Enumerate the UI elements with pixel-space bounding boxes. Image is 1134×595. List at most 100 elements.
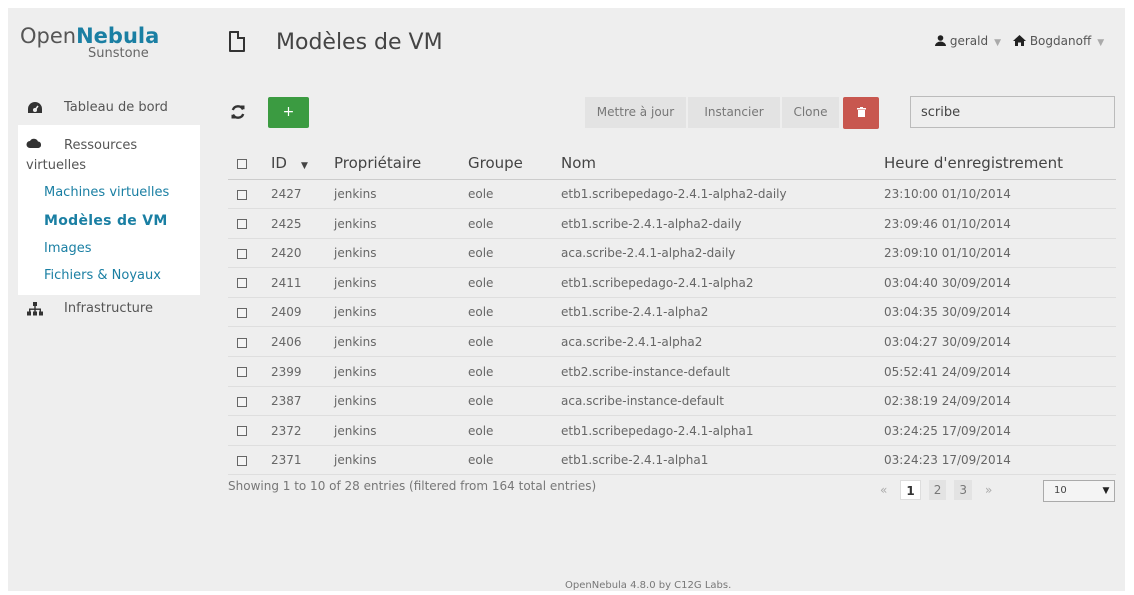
- pagination-previous[interactable]: «: [875, 480, 892, 500]
- table-header-row: ID ▼ Propriétaire Groupe Nom Heure d'enre…: [228, 150, 1116, 180]
- pagination-page-2[interactable]: 2: [928, 480, 947, 500]
- cell-name: aca.scribe-2.4.1-alpha2: [561, 335, 703, 349]
- cell-group: eole: [468, 275, 494, 290]
- cell-owner: jenkins: [334, 335, 377, 349]
- user-name: gerald: [949, 34, 989, 48]
- logo-sunstone-text: Sunstone: [88, 46, 149, 61]
- table-row[interactable]: 2371 jenkins eole etb1.scribe-2.4.1-alpha1 0…: [228, 445, 1116, 476]
- cell-register-time: 03:04:27 30/09/2014: [884, 335, 1011, 349]
- sidebar-item-files-kernels[interactable]: Fichiers & Noyaux: [44, 268, 161, 283]
- pagination-page-1[interactable]: 1: [900, 480, 921, 500]
- table-row[interactable]: 2411 jenkins eole etb1.scribepedago-2.4.1-a…: [228, 268, 1116, 298]
- table-row[interactable]: 2427 jenkins eole etb1.scribepedago-2.4.1-a…: [228, 179, 1116, 209]
- cell-register-time: 23:09:46 01/10/2014: [884, 216, 1011, 231]
- row-checkbox[interactable]: [237, 297, 247, 327]
- home-icon: [1013, 34, 1030, 48]
- row-checkbox[interactable]: [237, 268, 247, 298]
- sort-desc-icon: ▼: [300, 161, 308, 171]
- instantiate-button[interactable]: Instancier: [688, 97, 780, 128]
- table-row[interactable]: 2372 jenkins eole etb1.scribepedago-2.4.1-a…: [228, 416, 1116, 446]
- column-header-register-time[interactable]: Heure d'enregistrement: [884, 150, 1063, 180]
- row-checkbox[interactable]: [237, 357, 247, 387]
- dashboard-icon: [26, 101, 44, 115]
- cell-group: eole: [468, 187, 494, 201]
- pagination-page-3[interactable]: 3: [954, 480, 972, 500]
- cell-register-time: 23:10:00 01/10/2014: [884, 187, 1011, 201]
- column-header-group[interactable]: Groupe: [468, 150, 523, 180]
- table-row[interactable]: 2399 jenkins eole etb2.scribe-instance-defa…: [228, 357, 1116, 387]
- table-row[interactable]: 2409 jenkins eole etb1.scribe-2.4.1-alpha2 0…: [228, 297, 1116, 328]
- search-input[interactable]: [910, 96, 1115, 128]
- cell-id: 2399: [271, 364, 302, 379]
- pagination-next[interactable]: »: [980, 480, 997, 500]
- select-all-checkbox[interactable]: [237, 150, 247, 180]
- cell-id: 2427: [271, 187, 302, 201]
- table-row[interactable]: 2387 jenkins eole aca.scribe-instance-defau…: [228, 386, 1116, 417]
- cell-id: 2409: [271, 305, 302, 320]
- cloud-icon: [26, 136, 44, 156]
- sidebar-item-vm-templates[interactable]: Modèles de VM: [44, 213, 168, 229]
- cell-name: etb1.scribepedago-2.4.1-alpha2-daily: [561, 187, 787, 201]
- cell-owner: jenkins: [334, 364, 377, 379]
- cell-group: eole: [468, 394, 494, 409]
- cell-id: 2387: [271, 394, 302, 409]
- cell-group: eole: [468, 305, 494, 320]
- cell-owner: jenkins: [334, 187, 377, 201]
- column-header-id[interactable]: ID ▼: [271, 150, 308, 180]
- row-checkbox[interactable]: [237, 445, 247, 475]
- cell-group: eole: [468, 216, 494, 231]
- row-checkbox[interactable]: [237, 209, 247, 239]
- sidebar-item-virtual-machines[interactable]: Machines virtuelles: [44, 185, 169, 200]
- sidebar-item-virtual-resources[interactable]: Ressources virtuelles: [26, 136, 137, 176]
- row-checkbox[interactable]: [237, 386, 247, 416]
- cell-id: 2420: [271, 246, 302, 261]
- refresh-button[interactable]: [230, 104, 246, 125]
- file-icon: [229, 31, 245, 52]
- chevron-down-icon: ▼: [1102, 486, 1110, 496]
- cell-group: eole: [468, 335, 494, 349]
- cell-name: aca.scribe-2.4.1-alpha2-daily: [561, 246, 736, 261]
- cell-owner: jenkins: [334, 394, 377, 409]
- cell-name: aca.scribe-instance-default: [561, 394, 724, 409]
- sidebar-item-dashboard[interactable]: Tableau de bord: [26, 100, 168, 115]
- cell-register-time: 05:52:41 24/09/2014: [884, 364, 1011, 379]
- zone-menu[interactable]: Bogdanoff ▼: [1013, 34, 1104, 48]
- table-row[interactable]: 2420 jenkins eole aca.scribe-2.4.1-alpha2-d…: [228, 238, 1116, 269]
- create-button[interactable]: +: [268, 97, 309, 128]
- sidebar-item-images[interactable]: Images: [44, 241, 92, 256]
- cell-name: etb1.scribe-2.4.1-alpha2: [561, 305, 709, 320]
- cell-id: 2411: [271, 275, 302, 290]
- table-row[interactable]: 2425 jenkins eole etb1.scribe-2.4.1-alpha2-…: [228, 209, 1116, 239]
- update-button[interactable]: Mettre à jour: [585, 97, 686, 128]
- cell-register-time: 03:04:40 30/09/2014: [884, 275, 1011, 290]
- sidebar-item-infrastructure[interactable]: Infrastructure: [26, 301, 153, 316]
- sidebar-section-virtual-resources: Ressources virtuelles Machines virtuelle…: [18, 125, 200, 295]
- clone-button[interactable]: Clone: [782, 97, 839, 128]
- opennebula-logo[interactable]: OpenNebula Sunstone: [20, 24, 180, 64]
- column-header-name[interactable]: Nom: [561, 150, 596, 180]
- row-checkbox[interactable]: [237, 416, 247, 446]
- table-info: Showing 1 to 10 of 28 entries (filtered …: [228, 479, 597, 493]
- cell-owner: jenkins: [334, 216, 377, 231]
- sidebar-item-label: Ressources: [64, 138, 138, 153]
- sitemap-icon: [26, 301, 44, 316]
- column-header-owner[interactable]: Propriétaire: [334, 150, 421, 180]
- cell-owner: jenkins: [334, 423, 377, 438]
- cell-owner: jenkins: [334, 453, 377, 468]
- table-row[interactable]: 2406 jenkins eole aca.scribe-2.4.1-alpha2 03…: [228, 327, 1116, 357]
- cell-group: eole: [468, 423, 494, 438]
- sidebar-item-label: Infrastructure: [64, 301, 153, 316]
- cell-register-time: 03:24:23 17/09/2014: [884, 453, 1011, 468]
- logo-nebula-text: Nebula: [76, 24, 160, 48]
- row-checkbox[interactable]: [237, 327, 247, 357]
- cell-name: etb1.scribe-2.4.1-alpha1: [561, 453, 709, 468]
- row-checkbox[interactable]: [237, 238, 247, 268]
- sidebar-item-label-line2: virtuelles: [26, 158, 86, 173]
- cell-id: 2425: [271, 216, 302, 231]
- page-size-select[interactable]: 10 ▼: [1043, 480, 1115, 502]
- cell-name: etb1.scribepedago-2.4.1-alpha1: [561, 423, 754, 438]
- row-checkbox[interactable]: [237, 179, 247, 209]
- delete-button[interactable]: [843, 97, 879, 129]
- user-menu[interactable]: gerald ▼: [935, 34, 1001, 48]
- cell-name: etb1.scribepedago-2.4.1-alpha2: [561, 275, 754, 290]
